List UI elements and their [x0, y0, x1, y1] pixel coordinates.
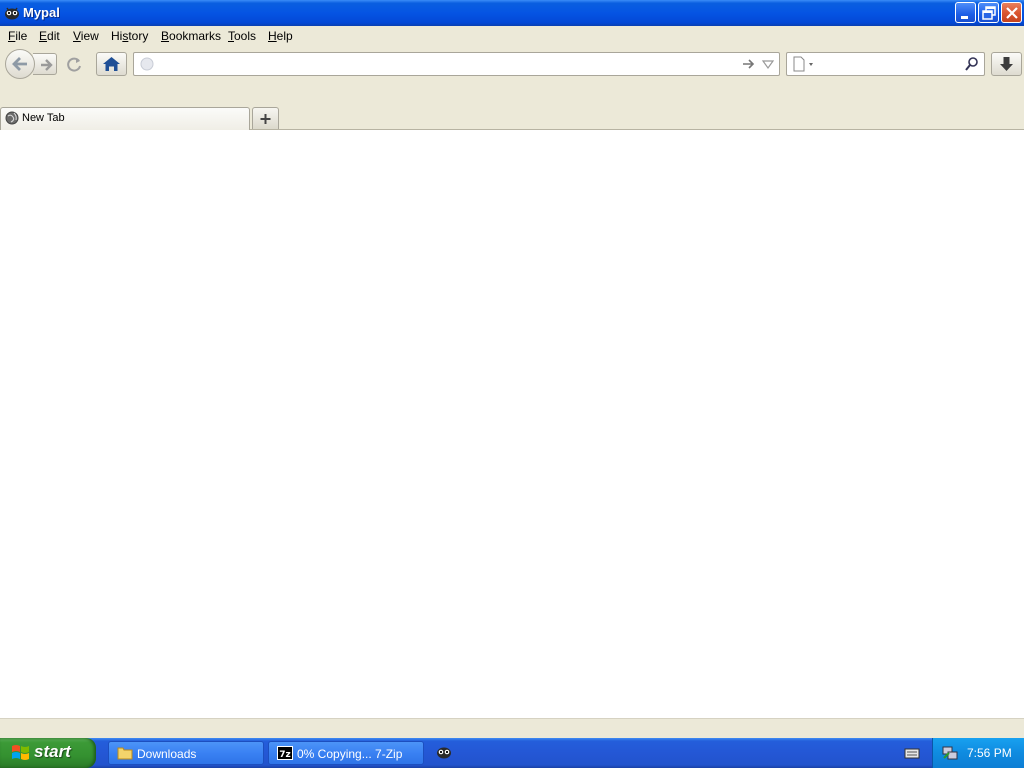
menu-bar: File Edit View History Bookmarks Tools H…: [0, 26, 1024, 46]
minimize-icon: [961, 16, 968, 19]
plus-icon: [260, 114, 271, 124]
download-arrow-icon: [1000, 57, 1013, 71]
taskbar-label: Downloads: [137, 747, 197, 761]
menu-edit[interactable]: Edit: [39, 29, 60, 43]
system-tray: 7:56 PM: [932, 738, 1024, 768]
window-title: Mypal: [23, 5, 60, 20]
go-arrow-icon[interactable]: [742, 57, 756, 71]
folder-icon: [117, 747, 133, 760]
mypal-icon: [437, 747, 451, 759]
back-button[interactable]: [5, 49, 35, 79]
new-tab-button[interactable]: [252, 107, 279, 129]
tab-new-tab[interactable]: New Tab: [0, 107, 250, 130]
home-icon: [103, 57, 120, 71]
reload-icon: [67, 57, 81, 72]
forward-button[interactable]: [33, 53, 57, 75]
url-input[interactable]: [158, 56, 742, 74]
search-engine-icon[interactable]: [792, 56, 816, 72]
back-arrow-icon: [12, 57, 27, 71]
search-bar[interactable]: [786, 52, 985, 76]
restore-icon: [982, 6, 996, 20]
menu-history[interactable]: History: [111, 29, 148, 43]
start-button[interactable]: start: [0, 738, 96, 768]
mypal-app-icon: [4, 5, 20, 21]
site-identity-icon: [140, 57, 154, 71]
restore-button[interactable]: [978, 2, 999, 23]
clock: 7:56 PM: [967, 746, 1012, 760]
taskbar-button-7zip[interactable]: 7z 0% Copying... 7-Zip: [268, 741, 424, 765]
window-titlebar[interactable]: [0, 0, 1024, 26]
search-input[interactable]: [819, 56, 963, 74]
home-button[interactable]: [96, 52, 127, 76]
taskbar-button-downloads[interactable]: Downloads: [108, 741, 264, 765]
close-icon: [1006, 7, 1018, 19]
7zip-icon: 7z: [277, 746, 293, 760]
tab-label: New Tab: [22, 112, 65, 124]
svg-text:7z: 7z: [279, 750, 291, 760]
keyboard-icon: [904, 748, 920, 759]
forward-arrow-icon: [41, 59, 53, 71]
start-label: start: [34, 742, 71, 761]
status-bar: [0, 718, 1024, 738]
reload-button[interactable]: [63, 53, 87, 75]
url-bar[interactable]: [133, 52, 780, 76]
menu-view[interactable]: View: [73, 29, 99, 43]
downloads-button[interactable]: [991, 52, 1022, 76]
taskbar-label: 0% Copying... 7-Zip: [297, 747, 403, 761]
windows-logo-icon: [12, 745, 29, 760]
menu-bookmarks[interactable]: Bookmarks: [161, 29, 221, 43]
taskbar-button-mypal[interactable]: [436, 744, 452, 760]
minimize-button[interactable]: [955, 2, 976, 23]
close-button[interactable]: [1001, 2, 1022, 23]
network-icon[interactable]: [941, 744, 959, 762]
keyboard-tray[interactable]: [904, 745, 920, 761]
menu-help[interactable]: Help: [268, 29, 293, 43]
page-content[interactable]: [0, 130, 1024, 718]
url-dropdown-icon[interactable]: [762, 59, 774, 71]
menu-tools[interactable]: Tools: [228, 29, 256, 43]
search-icon[interactable]: [964, 56, 980, 72]
menu-file[interactable]: File: [8, 29, 27, 43]
globe-icon: [5, 111, 19, 125]
